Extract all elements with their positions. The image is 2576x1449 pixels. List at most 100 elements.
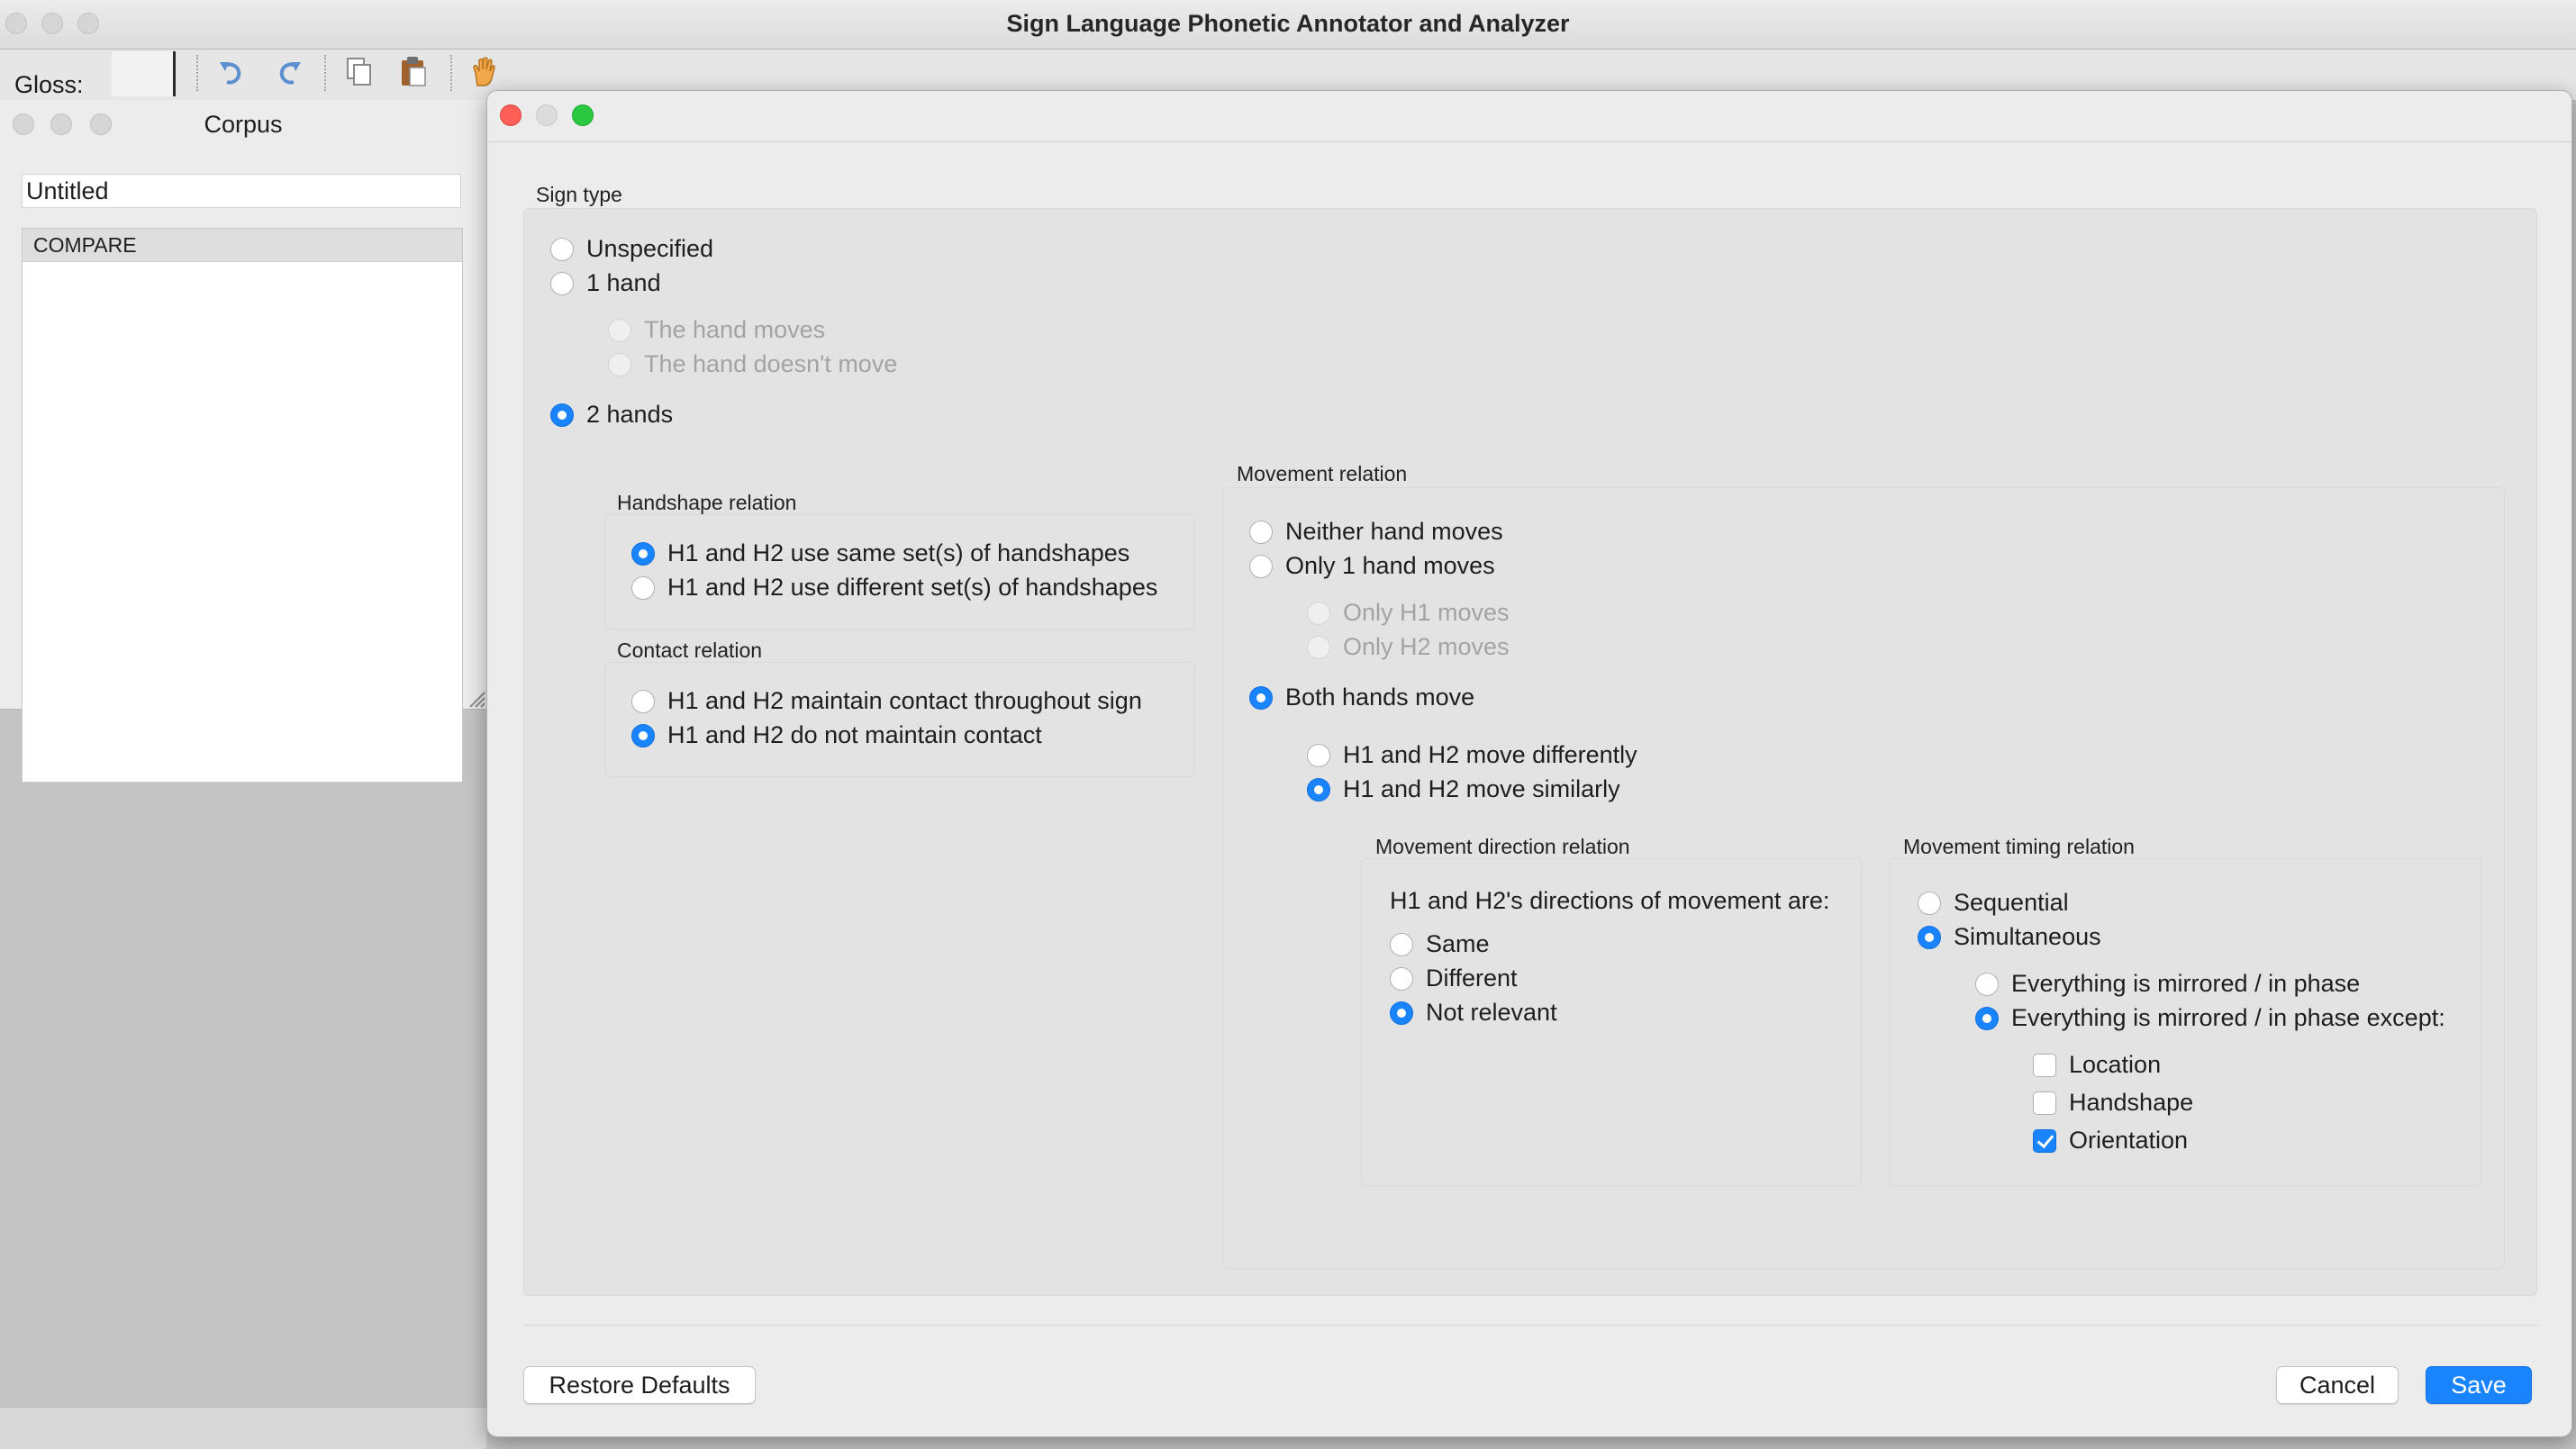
radio-label: The hand moves xyxy=(644,316,826,343)
hand-icon[interactable] xyxy=(467,55,501,89)
movement-relation-label: Movement relation xyxy=(1237,462,1408,485)
radio-button[interactable] xyxy=(631,723,655,747)
redo-icon[interactable] xyxy=(270,55,304,89)
radio-button[interactable] xyxy=(1249,520,1273,544)
radio-label: H1 and H2 move differently xyxy=(1343,741,1637,768)
cancel-button[interactable]: Cancel xyxy=(2276,1366,2399,1404)
radio-button xyxy=(1307,601,1330,625)
corpus-title: Corpus xyxy=(204,111,283,138)
checkbox-label: Location xyxy=(2069,1051,2162,1078)
radio-hand-moves: The hand moves xyxy=(608,316,825,344)
radio-label: H1 and H2 use same set(s) of handshapes xyxy=(667,539,1130,566)
handshape-relation-group xyxy=(604,514,1195,629)
corpus-list[interactable]: COMPARE xyxy=(22,228,463,783)
main-titlebar: Sign Language Phonetic Annotator and Ana… xyxy=(0,0,2576,50)
radio-button[interactable] xyxy=(1307,777,1330,801)
toolbar-separator xyxy=(450,55,452,91)
radio-only-one-moves[interactable]: Only 1 hand moves xyxy=(1249,552,1495,580)
dialog-minimize-button[interactable] xyxy=(536,104,558,126)
radio-label: Only H2 moves xyxy=(1343,633,1510,660)
corpus-name-field[interactable]: Untitled xyxy=(22,174,461,208)
radio-button[interactable] xyxy=(1918,891,1941,915)
dialog-titlebar xyxy=(487,91,2571,142)
sign-type-label: Sign type xyxy=(536,183,622,206)
dialog-zoom-button[interactable] xyxy=(572,104,594,126)
radio-label: Not relevant xyxy=(1426,999,1557,1026)
radio-button[interactable] xyxy=(631,541,655,566)
window-title: Sign Language Phonetic Annotator and Ana… xyxy=(1006,10,1570,37)
radio-contact-not-maintain[interactable]: H1 and H2 do not maintain contact xyxy=(631,721,1042,749)
checkbox[interactable] xyxy=(2033,1091,2056,1115)
checkbox[interactable] xyxy=(2033,1053,2056,1077)
radio-hand-doesnt-move: The hand doesn't move xyxy=(608,350,897,378)
radio-handshape-different[interactable]: H1 and H2 use different set(s) of handsh… xyxy=(631,574,1157,602)
radio-one-hand[interactable]: 1 hand xyxy=(550,269,661,297)
radio-label: 1 hand xyxy=(586,269,661,296)
resize-grip-icon[interactable] xyxy=(467,689,486,709)
undo-icon[interactable] xyxy=(216,55,250,89)
radio-both-move[interactable]: Both hands move xyxy=(1249,684,1474,711)
radio-button[interactable] xyxy=(1975,1006,1999,1030)
radio-button[interactable] xyxy=(1307,743,1330,767)
movement-timing-label: Movement timing relation xyxy=(1903,835,2135,858)
paste-icon[interactable] xyxy=(396,55,431,89)
radio-handshape-same[interactable]: H1 and H2 use same set(s) of handshapes xyxy=(631,539,1129,567)
radio-button xyxy=(1307,635,1330,659)
radio-direction-same[interactable]: Same xyxy=(1390,930,1490,958)
radio-button[interactable] xyxy=(1249,554,1273,578)
button-divider xyxy=(523,1325,2537,1326)
radio-button[interactable] xyxy=(1390,932,1413,956)
radio-two-hands[interactable]: 2 hands xyxy=(550,401,673,429)
contact-relation-label: Contact relation xyxy=(617,638,763,662)
radio-button[interactable] xyxy=(550,237,574,261)
radio-button[interactable] xyxy=(1390,1001,1413,1025)
toolbar-separator xyxy=(324,55,326,91)
radio-label: Everything is mirrored / in phase xyxy=(2011,970,2361,997)
radio-label: Different xyxy=(1426,964,1518,992)
radio-label: Only 1 hand moves xyxy=(1285,552,1495,579)
radio-direction-not-relevant[interactable]: Not relevant xyxy=(1390,999,1557,1027)
radio-unspecified[interactable]: Unspecified xyxy=(550,235,713,263)
radio-simultaneous[interactable]: Simultaneous xyxy=(1918,923,2101,951)
copy-icon[interactable] xyxy=(342,55,376,89)
gloss-field[interactable] xyxy=(112,51,176,96)
radio-button[interactable] xyxy=(1390,966,1413,991)
checkbox[interactable] xyxy=(2033,1128,2056,1153)
radio-button[interactable] xyxy=(631,575,655,600)
checkbox-location[interactable]: Location xyxy=(2033,1051,2161,1079)
radio-label: Neither hand moves xyxy=(1285,518,1503,545)
radio-button[interactable] xyxy=(550,271,574,295)
checkbox-handshape[interactable]: Handshape xyxy=(2033,1089,2193,1117)
radio-label: Only H1 moves xyxy=(1343,599,1510,626)
radio-label: 2 hands xyxy=(586,401,674,428)
checkbox-orientation[interactable]: Orientation xyxy=(2033,1127,2188,1155)
radio-neither-moves[interactable]: Neither hand moves xyxy=(1249,518,1503,546)
sign-type-dialog: Sign type Unspecified 1 hand The hand mo… xyxy=(486,90,2572,1437)
corpus-panel: Corpus Untitled COMPARE xyxy=(0,100,487,783)
radio-mirrored-except[interactable]: Everything is mirrored / in phase except… xyxy=(1975,1004,2445,1032)
radio-contact-maintain[interactable]: H1 and H2 maintain contact throughout si… xyxy=(631,687,1142,715)
radio-button[interactable] xyxy=(1249,685,1273,710)
status-strip xyxy=(0,1407,486,1449)
radio-move-similarly[interactable]: H1 and H2 move similarly xyxy=(1307,775,1620,803)
radio-label: Sequential xyxy=(1954,889,2069,916)
contact-relation-group xyxy=(604,662,1195,777)
radio-label: H1 and H2 use different set(s) of handsh… xyxy=(667,574,1158,601)
radio-mirrored[interactable]: Everything is mirrored / in phase xyxy=(1975,970,2360,998)
save-button[interactable]: Save xyxy=(2426,1366,2532,1404)
radio-button[interactable] xyxy=(631,689,655,713)
radio-label: H1 and H2 do not maintain contact xyxy=(667,721,1042,748)
radio-direction-different[interactable]: Different xyxy=(1390,964,1518,992)
radio-button[interactable] xyxy=(550,403,574,427)
list-item[interactable]: COMPARE xyxy=(23,229,462,262)
radio-sequential[interactable]: Sequential xyxy=(1918,889,2069,917)
radio-button[interactable] xyxy=(1918,925,1941,949)
restore-defaults-button[interactable]: Restore Defaults xyxy=(523,1366,756,1404)
radio-only-h1: Only H1 moves xyxy=(1307,599,1510,627)
dialog-close-button[interactable] xyxy=(500,104,522,126)
radio-move-differently[interactable]: H1 and H2 move differently xyxy=(1307,741,1637,769)
radio-label: H1 and H2 maintain contact throughout si… xyxy=(667,687,1142,714)
radio-button[interactable] xyxy=(1975,972,1999,996)
handshape-relation-label: Handshape relation xyxy=(617,491,797,514)
direction-heading: H1 and H2's directions of movement are: xyxy=(1390,887,1830,914)
